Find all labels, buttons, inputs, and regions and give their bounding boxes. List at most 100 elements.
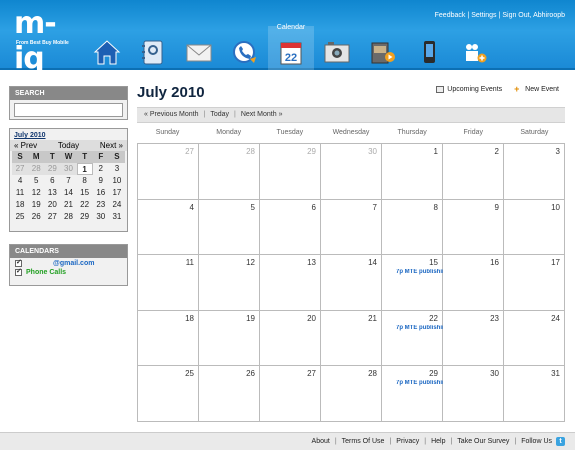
day-cell[interactable]: 28	[199, 144, 260, 200]
day-cell[interactable]: 23	[443, 310, 504, 367]
gmail-calendar-checkbox[interactable]	[15, 258, 22, 267]
mini-day[interactable]: 1	[76, 163, 93, 175]
nav-groups[interactable]	[452, 26, 498, 70]
day-cell[interactable]: 19	[199, 310, 260, 367]
day-cell[interactable]: 18	[138, 310, 199, 367]
mini-day[interactable]: 27	[12, 163, 29, 175]
mini-day[interactable]: 28	[60, 211, 76, 223]
calendar-event[interactable]: 7p MTE publishing d	[396, 380, 443, 386]
mini-day[interactable]: 30	[93, 211, 109, 223]
mini-day[interactable]: 22	[77, 199, 93, 211]
day-cell[interactable]: 31	[504, 366, 565, 422]
day-cell[interactable]: 9	[443, 199, 504, 256]
mini-day[interactable]: 6	[44, 175, 60, 187]
day-cell[interactable]: 157p MTE publishing d	[382, 255, 443, 311]
mini-day[interactable]: 12	[28, 187, 44, 199]
about-link[interactable]: About	[312, 438, 330, 445]
privacy-link[interactable]: Privacy	[396, 438, 419, 445]
nav-phone-calls[interactable]	[222, 26, 268, 70]
mini-day[interactable]: 25	[12, 211, 28, 223]
day-cell[interactable]: 20	[260, 310, 321, 367]
phone-calls-calendar-checkbox[interactable]	[15, 267, 22, 276]
calendar-entry-gmail[interactable]: @gmail.com	[10, 258, 127, 267]
day-cell[interactable]: 27	[260, 366, 321, 422]
day-cell[interactable]: 30	[321, 144, 382, 200]
mini-day[interactable]: 29	[77, 211, 93, 223]
day-cell[interactable]: 8	[382, 199, 443, 256]
help-link[interactable]: Help	[431, 438, 445, 445]
day-cell[interactable]: 22 7p MTE publishing d	[382, 310, 443, 367]
day-cell[interactable]: 11	[138, 255, 199, 311]
mini-calendar-title[interactable]: July 2010	[10, 129, 127, 140]
nav-videos[interactable]	[360, 26, 406, 70]
mini-day[interactable]: 10	[109, 175, 125, 187]
follow-us-link[interactable]: Follow Us	[521, 438, 552, 445]
day-cell[interactable]: 21	[321, 310, 382, 367]
mini-day[interactable]: 4	[12, 175, 28, 187]
upcoming-events-link[interactable]: Upcoming Events	[436, 86, 502, 93]
mini-day[interactable]: 8	[77, 175, 93, 187]
new-event-link[interactable]: + New Event	[514, 85, 559, 94]
mini-day[interactable]: 11	[12, 187, 28, 199]
mini-day[interactable]: 20	[44, 199, 60, 211]
day-cell[interactable]: 3	[504, 144, 565, 200]
mini-day[interactable]: 15	[77, 187, 93, 199]
mini-next-link[interactable]: Next »	[100, 141, 123, 150]
feedback-link[interactable]: Feedback	[435, 12, 466, 19]
mini-day[interactable]: 29	[44, 163, 61, 175]
mini-day[interactable]: 16	[93, 187, 109, 199]
calendar-event[interactable]: 7p MTE publishing d	[396, 325, 443, 331]
mini-day[interactable]: 26	[28, 211, 44, 223]
mini-day[interactable]: 24	[109, 199, 125, 211]
mini-day[interactable]: 30	[60, 163, 77, 175]
survey-link[interactable]: Take Our Survey	[457, 438, 509, 445]
mini-day[interactable]: 17	[109, 187, 125, 199]
day-cell[interactable]: 24	[504, 310, 565, 367]
mini-day[interactable]: 2	[93, 163, 109, 175]
mini-day[interactable]: 19	[28, 199, 44, 211]
settings-link[interactable]: Settings	[471, 12, 496, 19]
mini-day[interactable]: 18	[12, 199, 28, 211]
previous-month-link[interactable]: « Previous Month	[144, 111, 198, 118]
today-link[interactable]: Today	[210, 111, 229, 118]
day-cell[interactable]: 6	[260, 199, 321, 256]
day-cell[interactable]: 30	[443, 366, 504, 422]
mini-today-link[interactable]: Today	[58, 141, 79, 150]
day-cell[interactable]: 26	[199, 366, 260, 422]
nav-mail[interactable]	[176, 26, 222, 70]
day-cell[interactable]: 25	[138, 366, 199, 422]
day-cell[interactable]: 13	[260, 255, 321, 311]
mini-day[interactable]: 28	[28, 163, 45, 175]
day-cell[interactable]: 14	[321, 255, 382, 311]
day-cell[interactable]: 5	[199, 199, 260, 256]
day-cell[interactable]: 7	[321, 199, 382, 256]
nav-photos[interactable]	[314, 26, 360, 70]
calendar-entry-phone-calls[interactable]: Phone Calls	[10, 267, 127, 276]
mini-day[interactable]: 21	[60, 199, 76, 211]
mini-day[interactable]: 5	[28, 175, 44, 187]
day-cell[interactable]: 16	[443, 255, 504, 311]
nav-contacts[interactable]	[130, 26, 176, 70]
mini-day[interactable]: 3	[109, 163, 125, 175]
day-cell[interactable]: 2	[443, 144, 504, 200]
day-cell[interactable]: 1	[382, 144, 443, 200]
search-input[interactable]	[14, 103, 123, 117]
day-cell[interactable]: 297p MTE publishing d	[382, 366, 443, 422]
mini-day[interactable]: 31	[109, 211, 125, 223]
nav-device[interactable]	[406, 26, 452, 70]
day-cell[interactable]: 12	[199, 255, 260, 311]
terms-link[interactable]: Terms Of Use	[342, 438, 385, 445]
day-cell[interactable]: 17	[504, 255, 565, 311]
day-cell[interactable]: 10	[504, 199, 565, 256]
mini-day[interactable]: 14	[60, 187, 76, 199]
miq-logo[interactable]: m-iq From Best Buy Mobile	[12, 6, 74, 76]
day-cell[interactable]: 4	[138, 199, 199, 256]
nav-calendar[interactable]: Calendar 22	[268, 24, 314, 70]
mini-day[interactable]: 23	[93, 199, 109, 211]
mini-day[interactable]: 7	[60, 175, 76, 187]
day-cell[interactable]: 29	[260, 144, 321, 200]
mini-day[interactable]: 13	[44, 187, 60, 199]
mini-prev-link[interactable]: « Prev	[14, 141, 37, 150]
mini-day[interactable]: 27	[44, 211, 60, 223]
twitter-icon[interactable]: t	[556, 437, 565, 446]
